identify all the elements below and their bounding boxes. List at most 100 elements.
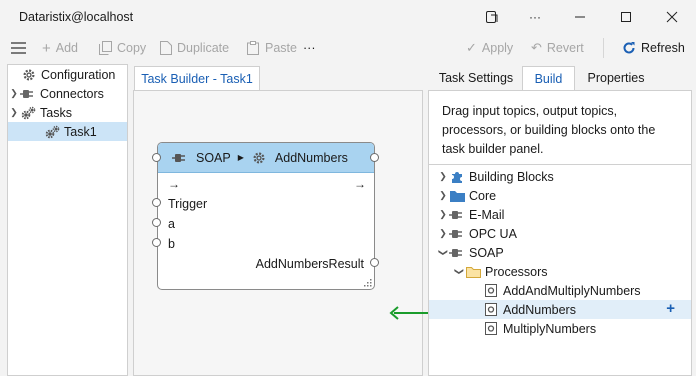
build-tree-label: E-Mail [469, 207, 505, 222]
gear-icon [251, 151, 267, 165]
plus-icon: + [42, 39, 51, 57]
build-tree-item-email[interactable]: ❯ E-Mail [429, 205, 691, 224]
resize-grip-icon[interactable] [364, 279, 372, 287]
build-tree-item-soap[interactable]: ❯ SOAP [429, 243, 691, 262]
title-bar: Dataristix@localhost ··· [0, 0, 696, 34]
node-output-arrow: → [354, 177, 366, 191]
node-trigger-out-port[interactable] [370, 153, 379, 162]
processor-icon [483, 322, 499, 336]
tab-task-builder[interactable]: Task Builder - Task1 [134, 66, 260, 91]
input-port-label: Trigger [168, 197, 208, 211]
chevron-down-icon[interactable]: ❯ [438, 247, 449, 259]
build-tree-label: Processors [485, 264, 548, 279]
build-tree-item-add-and-multiply[interactable]: AddAndMultiplyNumbers [429, 281, 691, 300]
folder-blue-icon [449, 189, 465, 203]
window-title: Dataristix@localhost [19, 10, 134, 24]
add-label: Add [55, 41, 79, 55]
chevron-down-icon[interactable]: ❯ [454, 266, 465, 278]
build-tree-label: AddAndMultiplyNumbers [503, 283, 641, 298]
hamburger-menu-icon[interactable] [11, 39, 26, 57]
input-port-label: b [168, 237, 175, 251]
build-tree-item-multiply-numbers[interactable]: MultiplyNumbers [429, 319, 691, 338]
node-method-label: AddNumbers [274, 150, 348, 165]
copy-icon [99, 41, 112, 55]
chevron-down-icon[interactable]: ❯ [8, 107, 20, 118]
snap-icon[interactable] [469, 0, 515, 34]
divider [429, 164, 691, 165]
more-label: ··· [303, 41, 316, 55]
chevron-right-icon[interactable]: ❯ [437, 209, 449, 220]
gears-icon [20, 106, 36, 120]
more-options-icon[interactable]: ··· [512, 0, 558, 34]
build-tree-item-add-numbers[interactable]: AddNumbers + [429, 300, 691, 319]
plug-icon [449, 227, 465, 241]
processor-icon [483, 303, 499, 317]
input-port-a[interactable] [152, 218, 161, 227]
build-tree-label: Core [469, 188, 497, 203]
undo-icon: ↶ [531, 40, 542, 55]
duplicate-icon [160, 41, 172, 55]
tree-item-label: Tasks [40, 105, 72, 120]
chevron-right-icon[interactable]: ❯ [437, 228, 449, 239]
refresh-button[interactable]: Refresh [622, 39, 685, 57]
tree-item-tasks[interactable]: ❯ Tasks [8, 103, 127, 122]
tree-item-configuration[interactable]: Configuration [8, 65, 127, 84]
gears-icon [44, 125, 60, 139]
revert-label: Revert [546, 41, 584, 55]
build-tree-item-core[interactable]: ❯ Core [429, 186, 691, 205]
add-button[interactable]: + Add [42, 39, 78, 57]
plug-icon [172, 151, 188, 165]
build-tree-label: SOAP [469, 245, 504, 260]
output-port-label: AddNumbersResult [255, 257, 364, 271]
refresh-icon [623, 42, 635, 54]
paste-icon [247, 41, 259, 55]
duplicate-button[interactable]: Duplicate [160, 39, 229, 57]
input-port-b[interactable] [152, 238, 161, 247]
add-plus-icon[interactable]: + [666, 300, 675, 317]
build-tree-label: Building Blocks [469, 169, 554, 184]
build-tree-label: MultiplyNumbers [503, 321, 597, 336]
tree-item-task1[interactable]: Task1 [8, 122, 127, 141]
build-tree-item-opcua[interactable]: ❯ OPC UA [429, 224, 691, 243]
more-button[interactable]: ··· [303, 39, 316, 57]
puzzle-icon [449, 170, 465, 184]
task-node[interactable]: SOAP ▶ AddNumbers → → Trigger a b AddNum… [157, 142, 375, 290]
tab-label: Properties [587, 71, 645, 85]
gear-icon [21, 68, 37, 82]
input-port-trigger[interactable] [152, 198, 161, 207]
navigation-tree-items: Configuration ❯ Connectors ❯ Tasks Task1 [8, 65, 127, 141]
checkmark-icon: ✓ [466, 40, 477, 55]
build-tree-item-building-blocks[interactable]: ❯ Building Blocks [429, 167, 691, 186]
tree-item-connectors[interactable]: ❯ Connectors [8, 84, 127, 103]
folder-icon [465, 265, 481, 279]
build-tree: ❯ Building Blocks ❯ Core ❯ E-Mail ❯ OPC … [429, 167, 691, 338]
tree-item-label: Configuration [41, 67, 116, 82]
maximize-button[interactable] [603, 0, 649, 34]
toolbar-separator [603, 38, 604, 58]
tab-task-builder-label: Task Builder - Task1 [141, 72, 253, 86]
node-connector-label: SOAP [196, 150, 231, 165]
build-help-text: Drag input topics, output topics, proces… [442, 104, 656, 156]
node-header[interactable]: SOAP ▶ AddNumbers [158, 143, 374, 173]
copy-button[interactable]: Copy [99, 39, 146, 57]
apply-button[interactable]: ✓ Apply [466, 39, 513, 57]
node-input-arrow: → [168, 177, 180, 191]
refresh-label: Refresh [641, 41, 685, 55]
revert-button[interactable]: ↶ Revert [531, 39, 584, 57]
output-port-result[interactable] [370, 258, 379, 267]
minimize-button[interactable] [557, 0, 603, 34]
close-button[interactable] [649, 0, 695, 34]
build-tree-item-processors[interactable]: ❯ Processors [429, 262, 691, 281]
tree-item-label: Connectors [40, 86, 104, 101]
paste-button[interactable]: Paste [247, 39, 297, 57]
toolbar: + Add Copy Duplicate Paste ··· ✓ Apply ↶… [0, 34, 696, 62]
node-trigger-in-port[interactable] [152, 153, 161, 162]
tab-label: Build [534, 72, 563, 86]
tab-task-settings[interactable]: Task Settings [435, 67, 517, 89]
tab-build[interactable]: Build [522, 66, 575, 91]
tab-properties[interactable]: Properties [581, 67, 651, 89]
chevron-right-icon[interactable]: ❯ [437, 190, 449, 201]
tab-label: Task Settings [438, 71, 514, 85]
chevron-right-icon[interactable]: ❯ [8, 88, 20, 99]
chevron-right-icon[interactable]: ❯ [437, 171, 449, 182]
